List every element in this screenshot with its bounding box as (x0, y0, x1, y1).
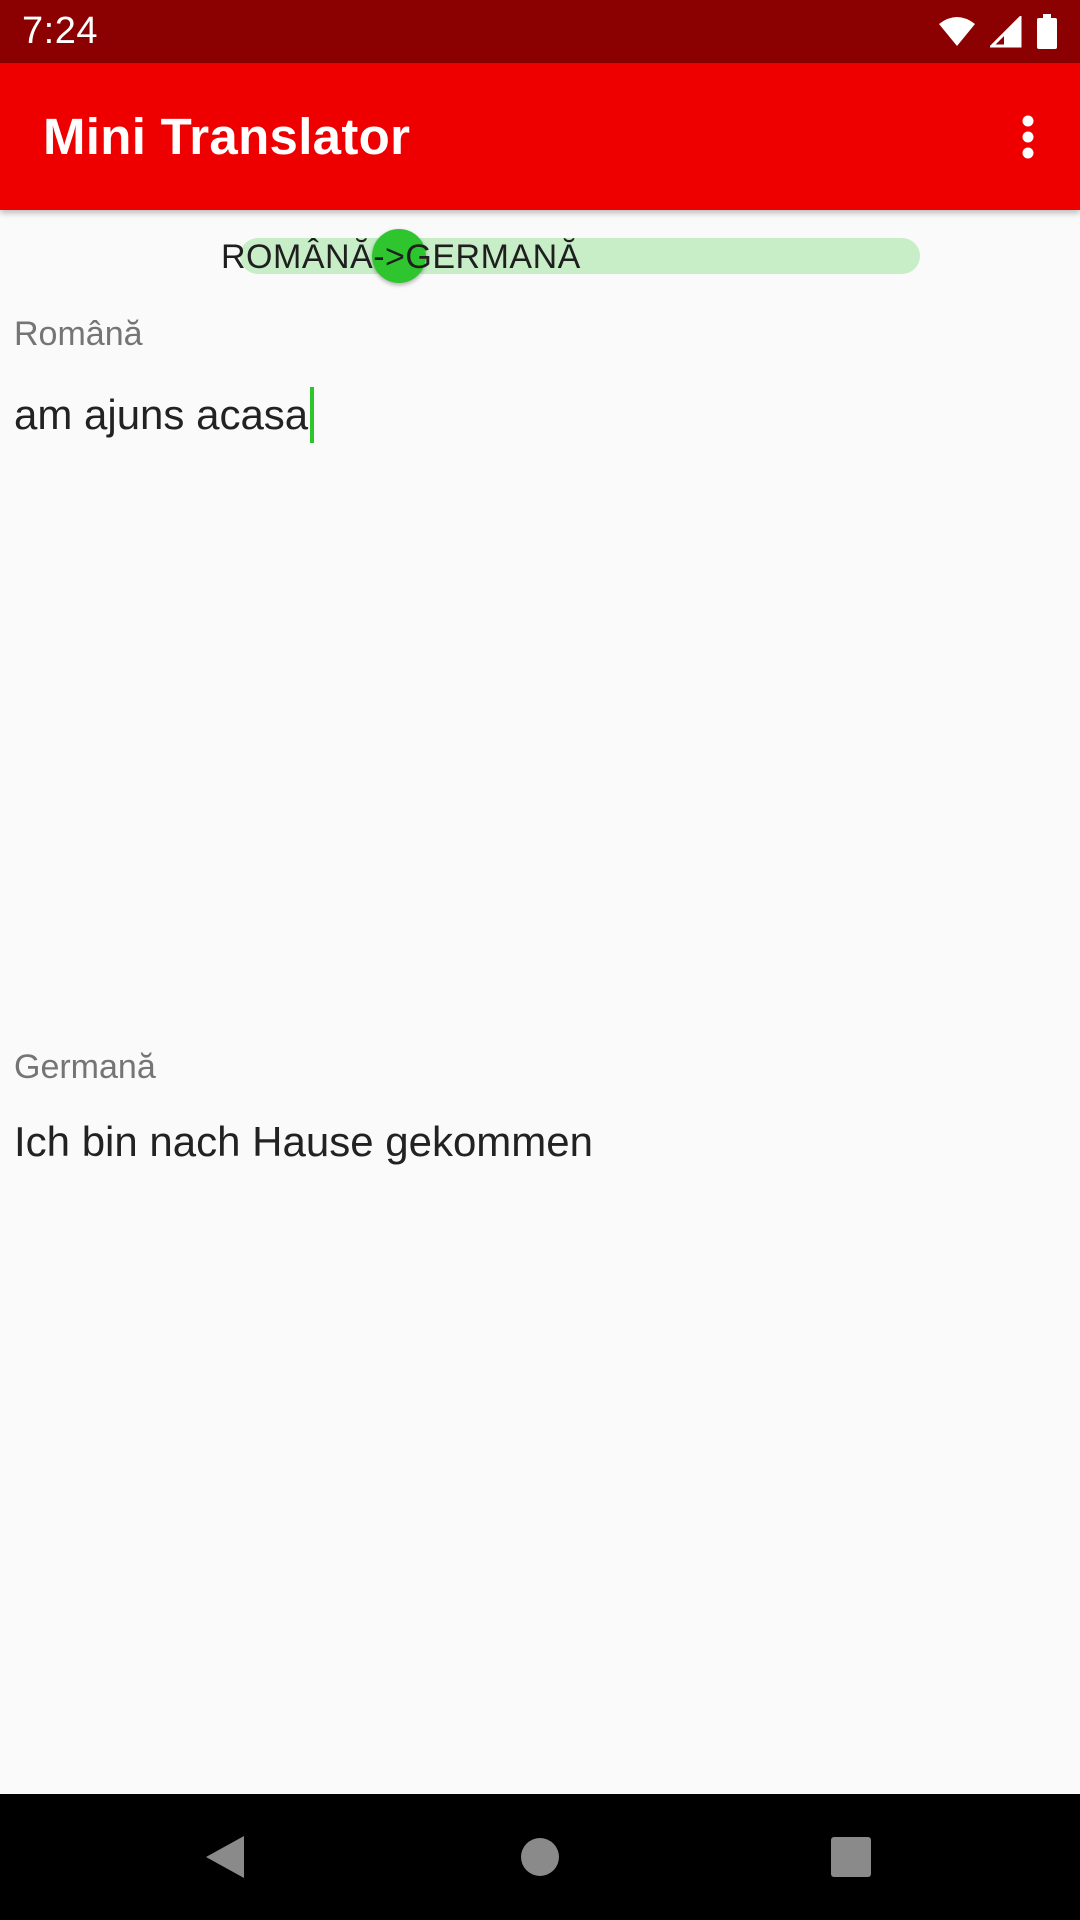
home-icon[interactable] (505, 1822, 575, 1892)
status-time: 7:24 (22, 10, 98, 52)
back-icon[interactable] (190, 1822, 260, 1892)
source-language-label: Română (14, 315, 143, 353)
direction-switch[interactable]: ROMÂNĂ->GERMANĂ (0, 228, 1080, 286)
target-language-label: Germană (14, 1048, 156, 1086)
direction-label: ROMÂNĂ->GERMANĂ (221, 238, 581, 276)
battery-icon (1036, 13, 1058, 50)
translation-output: Ich bin nach Hause gekommen (14, 1118, 593, 1165)
source-text: am ajuns acasa (14, 391, 309, 438)
recents-icon[interactable] (816, 1822, 886, 1892)
wifi-icon (938, 16, 976, 48)
text-cursor (310, 387, 315, 443)
status-icons (938, 13, 1058, 50)
source-text-input[interactable]: am ajuns acasa (14, 385, 1064, 445)
app-bar: Mini Translator (0, 63, 1080, 210)
status-bar: 7:24 (0, 0, 1080, 63)
app-title: Mini Translator (43, 108, 411, 165)
navigation-bar (0, 1794, 1080, 1920)
more-vert-icon[interactable] (998, 97, 1058, 177)
signal-icon (990, 15, 1022, 48)
